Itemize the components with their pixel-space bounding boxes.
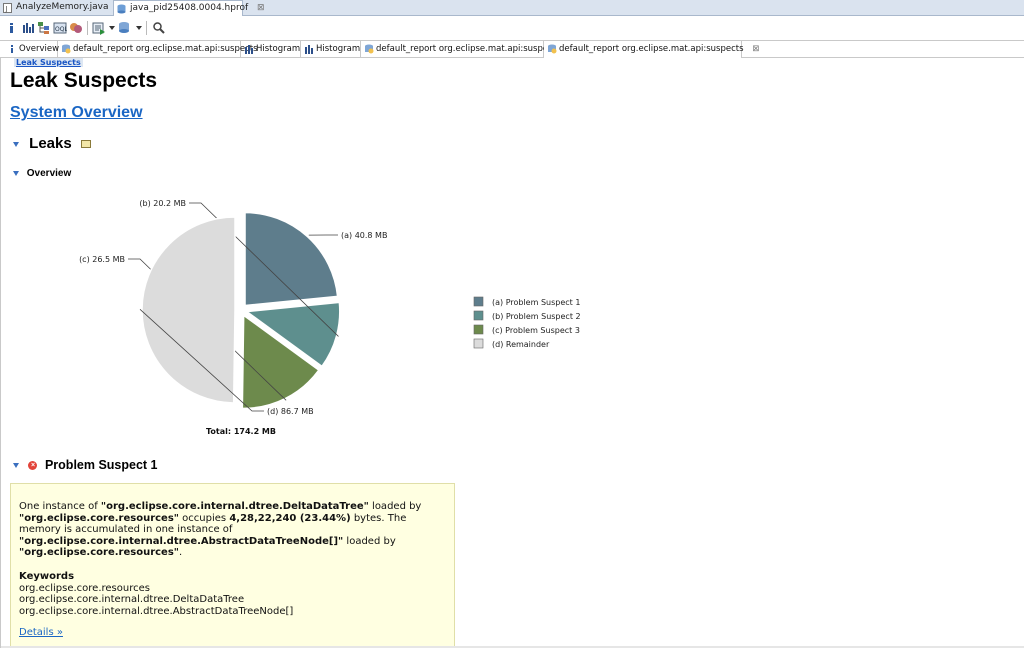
legend-swatch: [473, 296, 484, 307]
run-report-icon[interactable]: [92, 21, 106, 35]
tab-label: Histogram: [316, 44, 361, 54]
chevron-down-icon[interactable]: [13, 170, 19, 176]
keyword-item: org.eclipse.core.internal.dtree.DeltaDat…: [19, 594, 245, 606]
java-file-icon: J: [3, 3, 12, 13]
keyword-item: org.eclipse.core.resources: [19, 582, 150, 594]
overview-heading[interactable]: Overview: [13, 168, 71, 179]
tab-label: default_report org.eclipse.mat.api:suspe…: [376, 44, 561, 54]
histogram-icon[interactable]: [21, 21, 35, 35]
editor-tab-strip: J AnalyzeMemory.java java_pid25408.0004.…: [0, 0, 1024, 16]
chevron-down-icon[interactable]: [109, 26, 115, 30]
tab-label: Overview: [19, 44, 60, 54]
problem-suspect-heading[interactable]: × Problem Suspect 1: [13, 458, 158, 472]
leak-pie-chart: (a) 40.8 MB (b) 20.2 MB (c) 26.5 MB (d) 86.…: [79, 199, 581, 436]
editor-tab-hprof[interactable]: java_pid25408.0004.hprof ⊠: [113, 0, 265, 16]
histogram-icon: [245, 45, 253, 54]
leaks-heading-label: Leaks: [29, 135, 72, 152]
report-icon[interactable]: [80, 140, 91, 149]
tab-default-report-active[interactable]: default_report org.eclipse.mat.api:suspe…: [544, 41, 759, 58]
pie-slice-label: (d) 86.7 MB: [267, 407, 314, 416]
info-icon[interactable]: [5, 21, 19, 35]
tab-label: default_report org.eclipse.mat.api:suspe…: [73, 44, 258, 54]
search-icon[interactable]: [152, 21, 166, 35]
summary-text: occupies: [179, 512, 230, 524]
keyword-item: org.eclipse.core.internal.dtree.Abstract…: [19, 605, 294, 617]
legend-swatch: [473, 324, 484, 335]
pie-slice-label: (a) 40.8 MB: [341, 231, 387, 240]
toolbar-separator: [146, 21, 147, 35]
tab-default-report[interactable]: default_report org.eclipse.mat.api:suspe…: [361, 41, 561, 58]
legend-swatch: [473, 338, 484, 349]
tab-default-report[interactable]: default_report org.eclipse.mat.api:suspe…: [58, 41, 258, 58]
svg-text:OQL: OQL: [55, 26, 67, 33]
legend-label: (d) Remainder: [492, 340, 550, 349]
legend-swatch: [473, 310, 484, 321]
toolbar-separator: [87, 21, 88, 35]
report-icon: [365, 44, 374, 54]
system-overview-link[interactable]: System Overview: [10, 104, 143, 122]
legend-label: (b) Problem Suspect 2: [492, 312, 581, 321]
error-icon: ×: [28, 461, 38, 471]
retained-size: 4,28,22,240 (23.44%): [229, 512, 351, 524]
tab-label: default_report org.eclipse.mat.api:suspe…: [559, 44, 744, 54]
editor-tab-java[interactable]: J AnalyzeMemory.java: [0, 0, 112, 16]
histogram-icon: [305, 45, 313, 54]
pie-slice: [141, 216, 236, 404]
breadcrumb[interactable]: Leak Suspects: [14, 58, 83, 67]
loader-name: "org.eclipse.core.resources": [19, 512, 179, 524]
report-tab-strip: Overview default_report org.eclipse.mat.…: [0, 40, 1024, 58]
page-title: Leak Suspects: [10, 69, 158, 92]
summary-text: .: [179, 547, 183, 559]
pie-slice-label: (b) 20.2 MB: [139, 199, 186, 208]
editor-tab-label: AnalyzeMemory.java: [16, 2, 109, 12]
class-name: "org.eclipse.core.internal.dtree.DeltaDa…: [100, 501, 369, 512]
report-icon: [62, 44, 71, 54]
chevron-down-icon[interactable]: [13, 463, 19, 469]
heap-dump-icon: [117, 4, 126, 14]
pie-slice-label: (c) 26.5 MB: [79, 255, 125, 264]
close-icon[interactable]: ⊠: [752, 44, 759, 54]
leaks-heading[interactable]: Leaks: [13, 135, 91, 152]
legend-label: (c) Problem Suspect 3: [492, 326, 580, 335]
report-content: Leak Suspects Leak Suspects System Overv…: [0, 58, 1024, 648]
svg-text:J: J: [5, 5, 8, 13]
toolbar: OQL: [0, 17, 1024, 39]
tab-histogram[interactable]: Histogram: [301, 41, 361, 58]
tab-label: Histogram: [256, 44, 301, 54]
chevron-down-icon[interactable]: [13, 141, 19, 147]
app-window: J AnalyzeMemory.java java_pid25408.0004.…: [0, 0, 1024, 648]
details-link[interactable]: Details »: [19, 627, 63, 639]
suspect-description: One instance of "org.eclipse.core.intern…: [10, 483, 455, 648]
loader-name: "org.eclipse.core.resources": [19, 547, 179, 559]
legend-label: (a) Problem Suspect 1: [492, 298, 580, 307]
dominator-tree-icon[interactable]: [37, 21, 51, 35]
overview-heading-label: Overview: [26, 168, 72, 179]
suspect-summary: One instance of "org.eclipse.core.intern…: [19, 501, 446, 559]
tab-overview[interactable]: Overview: [4, 41, 60, 58]
report-icon: [548, 44, 557, 54]
info-icon: [11, 45, 13, 53]
query-browser-icon[interactable]: [118, 21, 132, 35]
class-name: "org.eclipse.core.internal.dtree.Abstrac…: [19, 535, 344, 547]
tab-histogram[interactable]: Histogram: [241, 41, 301, 58]
editor-tab-label: java_pid25408.0004.hprof: [130, 3, 249, 13]
summary-text: loaded by: [343, 535, 396, 547]
summary-text: One instance of: [19, 501, 101, 512]
problem-suspect-label: Problem Suspect 1: [44, 458, 158, 472]
keywords-title: Keywords: [19, 570, 75, 582]
close-icon[interactable]: ⊠: [257, 3, 265, 13]
chevron-down-icon[interactable]: [136, 26, 142, 30]
oql-icon[interactable]: OQL: [53, 21, 67, 35]
thread-overview-icon[interactable]: [69, 21, 83, 35]
pie-total-label: Total: 174.2 MB: [206, 427, 276, 436]
summary-text: loaded by: [368, 501, 422, 512]
